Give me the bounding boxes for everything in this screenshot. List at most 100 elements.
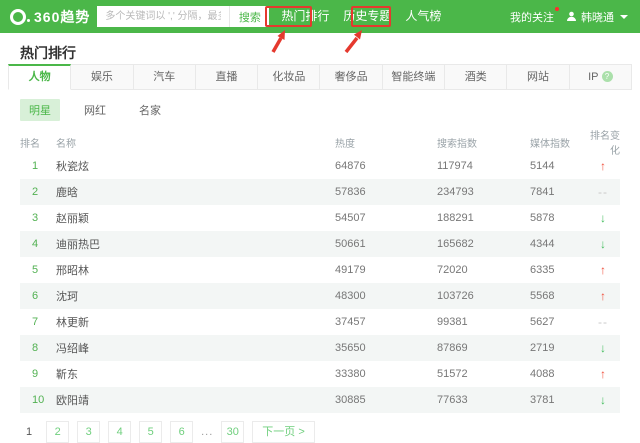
- col-name: 名称: [56, 138, 76, 150]
- user-menu[interactable]: 韩晓通: [566, 9, 628, 25]
- category-tab-label: 化妆品: [272, 71, 306, 83]
- rank-cell: 3: [32, 212, 39, 224]
- category-tab-label: 汽车: [153, 71, 176, 83]
- category-tab-label: 网站: [527, 71, 550, 83]
- media-index-cell: 5627: [530, 316, 555, 328]
- username: 韩晓通: [581, 11, 614, 24]
- top-bar-right: 我的关注 韩晓通: [510, 6, 628, 25]
- subtab-stars[interactable]: 明星: [20, 99, 60, 121]
- name-cell: 邢昭林: [56, 265, 89, 277]
- search-index-cell: 188291: [437, 212, 474, 224]
- rank-flat-icon: --: [598, 185, 608, 199]
- rank-up-icon: ↑: [600, 367, 606, 381]
- col-rank: 排名: [20, 138, 40, 150]
- category-tab-label: 人物: [28, 71, 51, 83]
- category-tab[interactable]: 化妆品: [258, 64, 321, 90]
- page-button[interactable]: 5: [139, 421, 163, 443]
- table-row[interactable]: 3 赵丽颖 54507 188291 5878 ↓: [20, 205, 620, 231]
- media-index-cell: 4344: [530, 238, 555, 250]
- heat-cell: 33380: [335, 368, 366, 380]
- rank-cell: 10: [32, 394, 45, 406]
- name-cell: 靳东: [56, 369, 78, 381]
- search-input[interactable]: [97, 6, 230, 27]
- page-button-last[interactable]: 30: [221, 421, 245, 443]
- my-follow-link[interactable]: 我的关注: [510, 6, 559, 25]
- category-tab-label: 智能终端: [391, 71, 436, 83]
- category-tab-label: 直播: [215, 71, 238, 83]
- logo-text: 360趋势: [34, 8, 91, 25]
- category-tab[interactable]: 汽车: [133, 64, 196, 90]
- page-button[interactable]: 2: [46, 421, 70, 443]
- name-cell: 沈珂: [56, 291, 78, 303]
- col-search-index: 搜索指数: [437, 138, 477, 150]
- heat-cell: 57836: [335, 186, 366, 198]
- heat-cell: 37457: [335, 316, 366, 328]
- page-buttons: 23456: [46, 421, 194, 443]
- name-cell: 冯绍峰: [56, 343, 89, 355]
- rank-up-icon: ↑: [600, 159, 606, 173]
- media-index-cell: 5144: [530, 160, 555, 172]
- subtab-masters[interactable]: 名家: [130, 99, 170, 121]
- rank-cell: 8: [32, 342, 39, 354]
- rank-cell: 6: [32, 290, 39, 302]
- search-button[interactable]: 搜索: [229, 6, 270, 27]
- table-row[interactable]: 8 冯绍峰 35650 87869 2719 ↓: [20, 335, 620, 361]
- search-bar: 搜索: [97, 6, 270, 27]
- category-tab[interactable]: 网站: [507, 64, 570, 90]
- search-index-cell: 51572: [437, 368, 468, 380]
- next-page-button[interactable]: 下一页 >: [252, 421, 315, 443]
- rank-up-icon: ↑: [600, 263, 606, 277]
- rank-down-icon: ↓: [600, 237, 606, 251]
- nav-popularity-list[interactable]: 人气榜: [398, 0, 448, 33]
- name-cell: 赵丽颖: [56, 213, 89, 225]
- table-body: 1 秋瓷炫 64876 117974 5144 ↑ 2 鹿晗 57836 234793 7841 --…: [20, 153, 620, 413]
- page-button[interactable]: 4: [108, 421, 132, 443]
- pagination: 1 23456 ... 30 下一页 >: [20, 421, 640, 443]
- table-row[interactable]: 2 鹿晗 57836 234793 7841 --: [20, 179, 620, 205]
- search-index-cell: 99381: [437, 316, 468, 328]
- category-tab-label: 酒类: [464, 71, 487, 83]
- category-tab[interactable]: 娱乐: [71, 64, 134, 90]
- category-tab[interactable]: 直播: [195, 64, 259, 90]
- category-tab[interactable]: 奢侈品: [320, 64, 383, 90]
- col-media-index: 媒体指数: [530, 138, 570, 150]
- media-index-cell: 2719: [530, 342, 555, 354]
- page-button[interactable]: 6: [170, 421, 194, 443]
- category-tab-label: 奢侈品: [334, 71, 368, 83]
- table-row[interactable]: 9 靳东 33380 51572 4088 ↑: [20, 361, 620, 387]
- page-button[interactable]: 3: [77, 421, 101, 443]
- category-tab[interactable]: 智能终端: [382, 64, 446, 90]
- rank-cell: 7: [32, 316, 39, 328]
- rank-cell: 2: [32, 186, 39, 198]
- table-row[interactable]: 4 迪丽热巴 50661 165682 4344 ↓: [20, 231, 620, 257]
- category-tab[interactable]: IP?: [569, 64, 632, 90]
- nav-history-topics[interactable]: 历史专题: [336, 0, 398, 33]
- table-row[interactable]: 6 沈珂 48300 103726 5568 ↑: [20, 283, 620, 309]
- table-row[interactable]: 7 林更新 37457 99381 5627 --: [20, 309, 620, 335]
- category-tabs: 人物 娱乐 汽车 直播 化妆品 奢侈品 智能终端 酒类 网站 IP?: [8, 64, 632, 90]
- subtab-influencers[interactable]: 网红: [75, 99, 115, 121]
- media-index-cell: 3781: [530, 394, 555, 406]
- media-index-cell: 6335: [530, 264, 555, 276]
- search-index-cell: 234793: [437, 186, 474, 198]
- table-row[interactable]: 1 秋瓷炫 64876 117974 5144 ↑: [20, 153, 620, 179]
- rank-up-icon: ↑: [600, 289, 606, 303]
- search-index-cell: 103726: [437, 290, 474, 302]
- media-index-cell: 4088: [530, 368, 555, 380]
- my-follow-label: 我的关注: [510, 11, 554, 24]
- search-index-cell: 77633: [437, 394, 468, 406]
- table-row[interactable]: 5 邢昭林 49179 72020 6335 ↑: [20, 257, 620, 283]
- heat-cell: 30885: [335, 394, 366, 406]
- category-tab-label: IP: [588, 71, 599, 83]
- category-tab[interactable]: 人物: [8, 64, 72, 90]
- rank-cell: 4: [32, 238, 39, 250]
- logo[interactable]: 360趋势: [10, 7, 90, 27]
- user-icon: [567, 11, 576, 21]
- rank-cell: 9: [32, 368, 39, 380]
- help-icon[interactable]: ?: [601, 71, 613, 82]
- top-bar: 360趋势 搜索 热门排行 历史专题 人气榜 我的关注 韩晓通: [0, 0, 640, 33]
- category-tab[interactable]: 酒类: [445, 64, 508, 90]
- rank-cell: 5: [32, 264, 39, 276]
- table-row[interactable]: 10 欧阳靖 30885 77633 3781 ↓: [20, 387, 620, 413]
- nav-hot-ranking[interactable]: 热门排行: [274, 0, 336, 33]
